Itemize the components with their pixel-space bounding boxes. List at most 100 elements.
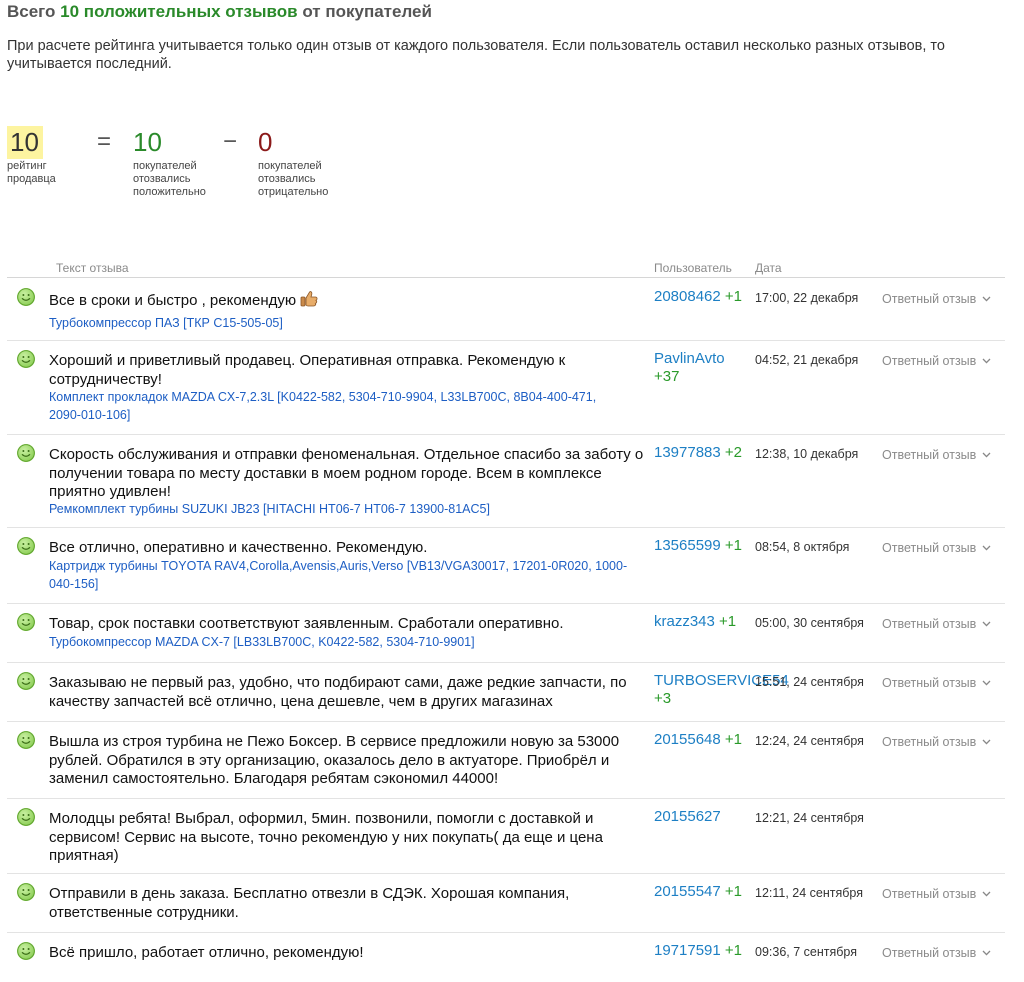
review-text-content: Отправили в день заказа. Бесплатно отвез…: [49, 885, 570, 921]
seller-rating-label: рейтинг продавца: [7, 160, 56, 185]
reply-review-button[interactable]: Ответный отзыв: [882, 884, 991, 903]
review-product-link[interactable]: Турбокомпрессор ПАЗ [ТКР С15-505-05]: [49, 315, 629, 333]
review-user-link[interactable]: 20808462: [654, 288, 721, 305]
positive-smile-icon: [17, 537, 35, 555]
review-row: Хороший и приветливый продавец. Оператив…: [7, 341, 1005, 435]
positive-smile-icon: [17, 672, 35, 690]
review-user-link[interactable]: krazz343: [654, 613, 715, 630]
review-row: Скорость обслуживания и отправки феномен…: [7, 435, 1005, 528]
chevron-down-icon: [982, 538, 991, 556]
positive-smile-icon: [17, 883, 35, 901]
review-date: 04:52, 21 декабря: [755, 353, 859, 367]
reply-review-label: Ответный отзыв: [882, 676, 977, 690]
review-user: 13977883 +2: [654, 444, 749, 462]
chevron-down-icon: [982, 673, 991, 691]
positive-smile-icon: [17, 613, 35, 631]
review-user-link[interactable]: PavlinAvto: [654, 350, 725, 367]
review-user-link[interactable]: 19717591: [654, 942, 721, 959]
column-header-date: Дата: [755, 261, 782, 275]
equals-sign: =: [97, 128, 112, 155]
review-text-content: Вышла из строя турбина не Пежо Боксер. В…: [49, 733, 620, 787]
reply-review-button[interactable]: Ответный отзыв: [882, 289, 991, 308]
title-suffix: от покупателей: [302, 2, 432, 21]
reply-review-label: Ответный отзыв: [882, 354, 977, 368]
review-product-link[interactable]: Турбокомпрессор MAZDA CX-7 [LB33LB700C, …: [49, 634, 629, 652]
review-row: Вышла из строя турбина не Пежо Боксер. В…: [7, 722, 1005, 799]
review-user-link[interactable]: 20155547: [654, 883, 721, 900]
review-user: 20155648 +1: [654, 731, 749, 749]
review-text-content: Молодцы ребята! Выбрал, оформил, 5мин. п…: [49, 810, 603, 864]
review-user-link[interactable]: 20155648: [654, 731, 721, 748]
review-user-link[interactable]: 20155627: [654, 808, 721, 825]
minus-sign: −: [223, 128, 238, 155]
review-text: Всё пришло, работает отлично, рекомендую…: [49, 944, 649, 963]
review-user: 13565599 +1: [654, 537, 749, 555]
review-row: Заказываю не первый раз, удобно, что под…: [7, 663, 1005, 722]
review-date: 12:38, 10 декабря: [755, 447, 859, 461]
negative-count: 0 покупателей отозвались отрицательно: [258, 126, 343, 199]
review-text: Скорость обслуживания и отправки феномен…: [49, 446, 649, 502]
reply-review-button[interactable]: Ответный отзыв: [882, 351, 991, 370]
reply-review-button[interactable]: Ответный отзыв: [882, 538, 991, 557]
review-user-link[interactable]: 13565599: [654, 537, 721, 554]
review-user-link[interactable]: 13977883: [654, 444, 721, 461]
review-user-score: +2: [724, 444, 743, 461]
review-product-link[interactable]: Ремкомплект турбины SUZUKI JB23 [HITACHI…: [49, 501, 629, 519]
reply-review-label: Ответный отзыв: [882, 887, 977, 901]
chevron-down-icon: [982, 614, 991, 632]
reply-review-button[interactable]: Ответный отзыв: [882, 943, 991, 962]
reviews-page: Всего 10 положительных отзывов от покупа…: [0, 0, 1024, 982]
column-header-text: Текст отзыва: [56, 261, 129, 275]
rating-note: При расчете рейтинга учитывается только …: [7, 38, 945, 72]
positive-smile-icon: [17, 942, 35, 960]
reply-review-button[interactable]: Ответный отзыв: [882, 614, 991, 633]
column-header-user: Пользователь: [654, 261, 732, 275]
review-user-score: +1: [724, 942, 743, 959]
review-text: Все отлично, оперативно и качественно. Р…: [49, 539, 649, 558]
review-row: Все в сроки и быстро , рекомендую Турбоко…: [7, 279, 1005, 341]
review-text-content: Товар, срок поставки соответствуют заявл…: [49, 615, 564, 632]
review-text: Заказываю не первый раз, удобно, что под…: [49, 674, 649, 711]
table-header-divider: [7, 277, 1005, 278]
reply-review-button[interactable]: Ответный отзыв: [882, 673, 991, 692]
review-date: 09:36, 7 сентября: [755, 945, 857, 959]
review-text-content: Скорость обслуживания и отправки феномен…: [49, 446, 644, 500]
review-user: 20155547 +1: [654, 883, 749, 901]
reply-review-label: Ответный отзыв: [882, 735, 977, 749]
review-date: 05:00, 30 сентября: [755, 616, 864, 630]
review-row: Все отлично, оперативно и качественно. Р…: [7, 528, 1005, 604]
reply-review-button[interactable]: Ответный отзыв: [882, 732, 991, 751]
review-user: PavlinAvto +37: [654, 350, 749, 386]
review-user: 20155627: [654, 808, 749, 826]
chevron-down-icon: [982, 351, 991, 369]
review-user-score: +1: [724, 731, 743, 748]
review-text: Товар, срок поставки соответствуют заявл…: [49, 615, 649, 634]
review-date: 12:11, 24 сентября: [755, 886, 864, 900]
review-row: Всё пришло, работает отлично, рекомендую…: [7, 933, 1005, 981]
reply-review-label: Ответный отзыв: [882, 617, 977, 631]
review-user-score: +1: [724, 537, 743, 554]
review-text-content: Хороший и приветливый продавец. Оператив…: [49, 352, 566, 388]
review-user: krazz343 +1: [654, 613, 749, 631]
positive-smile-icon: [17, 444, 35, 462]
review-text: Молодцы ребята! Выбрал, оформил, 5мин. п…: [49, 810, 649, 866]
chevron-down-icon: [982, 445, 991, 463]
review-date: 15:51, 24 сентября: [755, 675, 864, 689]
review-text-content: Заказываю не первый раз, удобно, что под…: [49, 674, 627, 710]
chevron-down-icon: [982, 289, 991, 307]
review-text-content: Все отлично, оперативно и качественно. Р…: [49, 539, 428, 556]
title-highlight: 10 положительных отзывов: [60, 2, 298, 21]
review-product-link[interactable]: Комплект прокладок MAZDA CX-7,2.3L [K042…: [49, 389, 629, 424]
review-date: 12:21, 24 сентября: [755, 811, 864, 825]
positive-count: 10 покупателей отозвались положительно: [133, 126, 218, 199]
review-user-score: +1: [724, 883, 743, 900]
seller-rating: 10 рейтинг продавца: [7, 126, 67, 186]
reply-review-button[interactable]: Ответный отзыв: [882, 445, 991, 464]
review-text: Хороший и приветливый продавец. Оператив…: [49, 352, 649, 389]
seller-rating-value: 10: [7, 126, 43, 159]
review-product-link[interactable]: Картридж турбины TOYOTA RAV4,Corolla,Ave…: [49, 558, 629, 593]
thumbs-up-icon: [300, 290, 318, 313]
title-prefix: Всего: [7, 2, 56, 21]
review-user-score: +1: [724, 288, 743, 305]
reply-review-label: Ответный отзыв: [882, 946, 977, 960]
